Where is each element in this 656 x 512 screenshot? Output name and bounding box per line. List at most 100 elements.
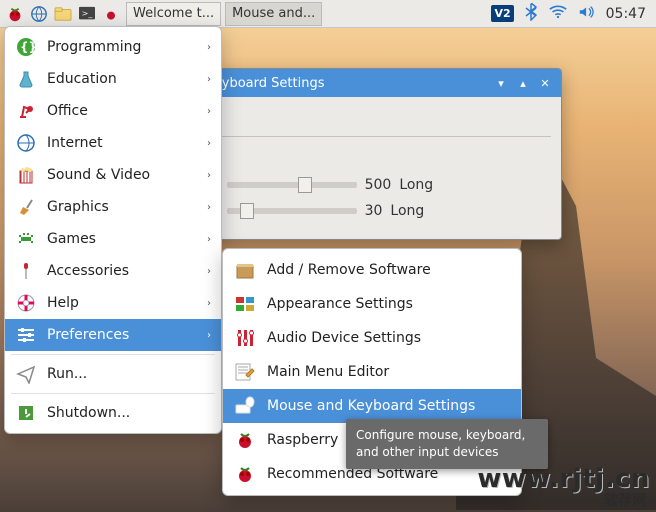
minimize-icon[interactable]: ▾	[493, 75, 509, 91]
taskbar-right: V2 05:47	[491, 3, 656, 25]
invader-icon	[15, 228, 37, 250]
tooltip-line: and other input devices	[356, 444, 538, 461]
menu-label: Internet	[47, 135, 103, 151]
knife-icon	[15, 260, 37, 282]
menu-shutdown[interactable]: Shutdown...	[5, 397, 221, 429]
wifi-icon[interactable]	[548, 4, 568, 24]
menu-preferences[interactable]: Preferences ›	[5, 319, 221, 351]
tooltip: Configure mouse, keyboard, and other inp…	[346, 419, 548, 469]
menu-office[interactable]: Office ›	[5, 95, 221, 127]
taskbar-task[interactable]: Welcome t...	[126, 2, 221, 26]
chevron-right-icon: ›	[207, 202, 211, 213]
flask-icon	[15, 68, 37, 90]
svg-text:>_: >_	[82, 8, 94, 17]
sub-label: Audio Device Settings	[267, 330, 421, 346]
tooltip-line: Configure mouse, keyboard,	[356, 427, 538, 444]
menu-label: Accessories	[47, 263, 129, 279]
maximize-icon[interactable]: ▴	[515, 75, 531, 91]
menu-accessories[interactable]: Accessories ›	[5, 255, 221, 287]
brush-icon	[15, 196, 37, 218]
menu-education[interactable]: Education ›	[5, 63, 221, 95]
sub-label: Raspberry	[267, 432, 338, 448]
range-right-label: Long	[399, 177, 433, 193]
menu-run[interactable]: Run...	[5, 358, 221, 390]
sub-appearance-settings[interactable]: Appearance Settings	[223, 287, 521, 321]
slider-thumb[interactable]	[240, 203, 254, 219]
sliders-icon	[15, 324, 37, 346]
chevron-right-icon: ›	[207, 266, 211, 277]
mouse-keyboard-icon	[233, 394, 257, 418]
interval-slider[interactable]	[227, 208, 357, 214]
chevron-right-icon: ›	[207, 330, 211, 341]
menu-help[interactable]: Help ›	[5, 287, 221, 319]
menu-games[interactable]: Games ›	[5, 223, 221, 255]
menu-label: Programming	[47, 39, 141, 55]
taskbar-left: >_ Welcome t... Mouse and...	[0, 2, 322, 26]
braces-icon: {}	[15, 36, 37, 58]
main-menu: {} Programming › Education › Office › In…	[4, 26, 222, 434]
chevron-right-icon: ›	[207, 74, 211, 85]
globe-icon[interactable]	[28, 3, 50, 25]
terminal-icon[interactable]: >_	[76, 3, 98, 25]
raspberry-small-icon[interactable]	[100, 3, 122, 25]
taskbar: >_ Welcome t... Mouse and... V2 05:47	[0, 0, 656, 28]
menu-label: Education	[47, 71, 117, 87]
range-right-label: Long	[390, 203, 424, 219]
menu-graphics[interactable]: Graphics ›	[5, 191, 221, 223]
sub-add-remove-software[interactable]: Add / Remove Software	[223, 253, 521, 287]
menu-label: Preferences	[47, 327, 129, 343]
chevron-right-icon: ›	[207, 234, 211, 245]
chevron-right-icon: ›	[207, 298, 211, 309]
clock[interactable]: 05:47	[606, 6, 646, 22]
paper-plane-icon	[15, 363, 37, 385]
sub-mouse-keyboard-settings[interactable]: Mouse and Keyboard Settings	[223, 389, 521, 423]
chevron-right-icon: ›	[207, 138, 211, 149]
menu-editor-icon	[233, 360, 257, 384]
chevron-right-icon: ›	[207, 42, 211, 53]
menu-label: Games	[47, 231, 96, 247]
exit-icon	[15, 402, 37, 424]
bluetooth-icon[interactable]	[524, 3, 538, 25]
menu-internet[interactable]: Internet ›	[5, 127, 221, 159]
chevron-right-icon: ›	[207, 170, 211, 181]
menu-label: Graphics	[47, 199, 109, 215]
sub-main-menu-editor[interactable]: Main Menu Editor	[223, 355, 521, 389]
menu-label: Office	[47, 103, 88, 119]
menu-sound-video[interactable]: Sound & Video ›	[5, 159, 221, 191]
menu-separator	[11, 393, 215, 394]
sub-label: Main Menu Editor	[267, 364, 389, 380]
sub-audio-device-settings[interactable]: Audio Device Settings	[223, 321, 521, 355]
raspberry-menu-icon[interactable]	[4, 3, 26, 25]
taskbar-task[interactable]: Mouse and...	[225, 2, 322, 26]
menu-programming[interactable]: {} Programming ›	[5, 31, 221, 63]
audio-sliders-icon	[233, 326, 257, 350]
popcorn-icon	[15, 164, 37, 186]
slider-thumb[interactable]	[298, 177, 312, 193]
delay-slider[interactable]	[227, 182, 357, 188]
box-icon	[233, 258, 257, 282]
sub-label: Add / Remove Software	[267, 262, 431, 278]
slider-value: 500	[365, 177, 392, 193]
file-manager-icon[interactable]	[52, 3, 74, 25]
sub-label: Mouse and Keyboard Settings	[267, 398, 475, 414]
raspberry-icon	[233, 428, 257, 452]
lamp-icon	[15, 100, 37, 122]
task-label: Mouse and...	[232, 6, 315, 21]
palette-icon	[233, 292, 257, 316]
globe-icon	[15, 132, 37, 154]
task-label: Welcome t...	[133, 6, 214, 21]
menu-label: Shutdown...	[47, 405, 130, 421]
slider-value: 30	[365, 203, 383, 219]
chevron-right-icon: ›	[207, 106, 211, 117]
menu-label: Help	[47, 295, 79, 311]
close-icon[interactable]: ✕	[537, 75, 553, 91]
vnc-icon[interactable]: V2	[491, 5, 513, 22]
menu-separator	[11, 354, 215, 355]
menu-label: Run...	[47, 366, 87, 382]
sub-label: Appearance Settings	[267, 296, 413, 312]
svg-text:{}: {}	[20, 40, 36, 54]
watermark-sub: 软荐网	[604, 490, 646, 510]
volume-icon[interactable]	[578, 4, 596, 24]
raspberry-icon	[233, 462, 257, 486]
lifebuoy-icon	[15, 292, 37, 314]
